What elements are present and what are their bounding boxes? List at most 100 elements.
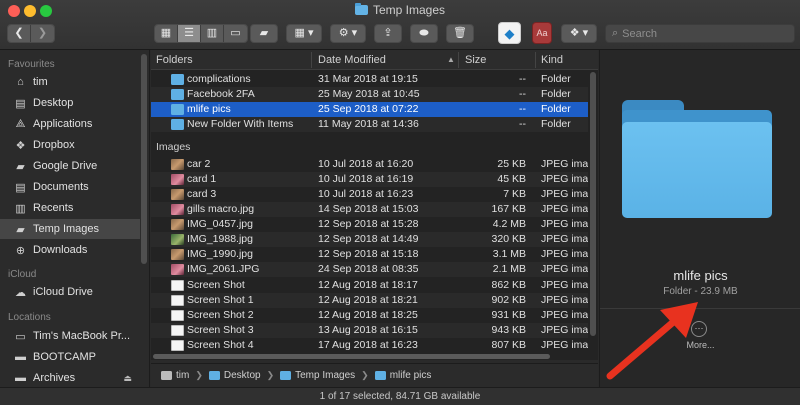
column-divider[interactable] bbox=[311, 52, 312, 68]
sidebar-item-dropbox[interactable]: ❖ Dropbox bbox=[0, 135, 140, 155]
view-mode-control: ▦ ☰ ▥ ▭ bbox=[154, 24, 248, 43]
list-item[interactable]: IMG_1990.jpg 12 Sep 2018 at 15:18 3.1 MB… bbox=[151, 247, 588, 262]
list-horizontal-scrollbar[interactable] bbox=[153, 354, 550, 359]
item-name: complications bbox=[187, 73, 251, 85]
dictionary-app-button[interactable]: Aa bbox=[532, 22, 552, 44]
sidebar-item-bootcamp[interactable]: ▬ BOOTCAMP bbox=[0, 347, 140, 367]
item-name: Screen Shot 3 bbox=[187, 324, 254, 336]
list-item[interactable]: card 3 10 Jul 2018 at 16:23 7 KB JPEG im… bbox=[151, 187, 588, 202]
path-item-mlife-pics[interactable]: mlife pics bbox=[374, 370, 431, 381]
sidebar-item-icloud-drive[interactable]: ☁ iCloud Drive bbox=[0, 282, 140, 302]
item-date: 25 May 2018 at 10:45 bbox=[318, 88, 420, 100]
sidebar-heading-locations: Locations bbox=[8, 312, 51, 323]
delete-button[interactable]: 🗑 bbox=[446, 24, 474, 43]
list-item[interactable]: Screen Shot 1 12 Aug 2018 at 18:21 902 K… bbox=[151, 293, 588, 308]
item-kind: JPEG image bbox=[541, 294, 588, 306]
path-item-tim[interactable]: tim bbox=[161, 370, 189, 381]
path-item-label: Desktop bbox=[223, 370, 261, 381]
column-divider[interactable] bbox=[458, 52, 459, 68]
column-header-size[interactable]: Size bbox=[465, 54, 486, 66]
list-item[interactable]: card 1 10 Jul 2018 at 16:19 45 KB JPEG i… bbox=[151, 172, 588, 187]
sidebar-item-label: Applications bbox=[33, 118, 93, 130]
status-bar: 1 of 17 selected, 84.71 GB available bbox=[0, 387, 800, 405]
item-size: 167 KB bbox=[491, 203, 526, 215]
list-item[interactable]: New Folder With Items 11 May 2018 at 14:… bbox=[151, 117, 588, 132]
sidebar-scrollbar[interactable] bbox=[141, 54, 147, 264]
preview-title: mlife pics bbox=[673, 268, 728, 283]
gallery-view-button[interactable]: ▭ bbox=[224, 25, 247, 42]
path-item-desktop[interactable]: Desktop bbox=[208, 370, 261, 381]
folder-icon bbox=[354, 3, 368, 15]
sidebar-item-archives[interactable]: ▬ Archives ⏏ bbox=[0, 368, 140, 388]
sidebar-item-documents[interactable]: ▤ Documents bbox=[0, 177, 140, 197]
item-date: 10 Jul 2018 at 16:19 bbox=[318, 173, 414, 185]
sidebar-item-temp-images[interactable]: ▰ Temp Images bbox=[0, 219, 140, 239]
list-view-button[interactable]: ☰ bbox=[178, 25, 201, 42]
share-button[interactable]: ⇪ bbox=[374, 24, 402, 43]
sidebar-item-google-drive[interactable]: ▰ Google Drive bbox=[0, 156, 140, 176]
folder-icon bbox=[280, 371, 292, 380]
sidebar-item-downloads[interactable]: ⊕ Downloads bbox=[0, 240, 140, 260]
item-kind: JPEG image bbox=[541, 218, 588, 230]
column-header-name[interactable]: Folders bbox=[156, 54, 193, 66]
layers-app-icon: ◆ bbox=[504, 25, 515, 41]
item-kind: JPEG image bbox=[541, 324, 588, 336]
search-input[interactable] bbox=[622, 27, 783, 40]
folder-icon bbox=[171, 119, 184, 130]
icon-view-button[interactable]: ▦ bbox=[155, 25, 178, 42]
sidebar-item-desktop[interactable]: ▤ Desktop bbox=[0, 93, 140, 113]
sidebar-item-tim[interactable]: ⌂ tim bbox=[0, 72, 140, 92]
list-item[interactable]: IMG_1988.jpg 12 Sep 2018 at 14:49 320 KB… bbox=[151, 232, 588, 247]
eject-icon[interactable]: ⏏ bbox=[123, 373, 132, 384]
home-icon: ⌂ bbox=[17, 76, 24, 88]
column-view-button[interactable]: ▥ bbox=[201, 25, 224, 42]
sidebar-item-recents[interactable]: ▥ Recents bbox=[0, 198, 140, 218]
edit-tags-button[interactable]: ⬬ bbox=[410, 24, 438, 43]
folder-icon bbox=[171, 104, 184, 115]
list-item[interactable]: Screen Shot 12 Aug 2018 at 18:17 862 KB … bbox=[151, 278, 588, 293]
list-item[interactable]: Facebook 2FA 25 May 2018 at 10:45 -- Fol… bbox=[151, 87, 588, 102]
item-name: Screen Shot bbox=[187, 279, 245, 291]
list-item[interactable]: IMG_2061.JPG 24 Sep 2018 at 08:35 2.1 MB… bbox=[151, 262, 588, 277]
applications-icon: ⟁ bbox=[15, 117, 26, 130]
item-date: 12 Sep 2018 at 15:18 bbox=[318, 248, 419, 260]
dictionary-app-icon: Aa bbox=[536, 27, 548, 38]
trash-icon: 🗑 bbox=[453, 27, 467, 39]
item-date: 13 Aug 2018 at 16:15 bbox=[318, 324, 418, 336]
group-by-button[interactable]: ▦ ▾ bbox=[286, 24, 322, 43]
list-item[interactable]: gills macro.jpg 14 Sep 2018 at 15:03 167… bbox=[151, 202, 588, 217]
columns-icon: ▥ bbox=[206, 27, 218, 39]
back-button[interactable]: ❮ bbox=[8, 25, 31, 42]
column-divider[interactable] bbox=[535, 52, 536, 68]
item-name: card 3 bbox=[187, 188, 217, 200]
list-item[interactable]: Screen Shot 3 13 Aug 2018 at 16:15 943 K… bbox=[151, 323, 588, 338]
list-vertical-scrollbar[interactable] bbox=[590, 72, 596, 336]
item-size: -- bbox=[519, 73, 526, 85]
list-item[interactable]: complications 31 Mar 2018 at 19:15 -- Fo… bbox=[151, 72, 588, 87]
item-kind: JPEG image bbox=[541, 158, 588, 170]
column-header-date[interactable]: Date Modified bbox=[318, 54, 386, 66]
screenshot-thumbnail-icon bbox=[171, 295, 184, 306]
list-item[interactable]: car 2 10 Jul 2018 at 16:20 25 KB JPEG im… bbox=[151, 157, 588, 172]
list-item[interactable]: Screen Shot 2 12 Aug 2018 at 18:25 931 K… bbox=[151, 308, 588, 323]
forward-button[interactable]: ❯ bbox=[31, 25, 54, 42]
sidebar-item-applications[interactable]: ⟁ Applications bbox=[0, 114, 140, 134]
list-item-selected[interactable]: mlife pics 25 Sep 2018 at 07:22 -- Folde… bbox=[151, 102, 588, 117]
screenshot-thumbnail-icon bbox=[171, 310, 184, 321]
documents-icon: ▤ bbox=[15, 181, 26, 194]
list-item[interactable]: Screen Shot 4 17 Aug 2018 at 16:23 807 K… bbox=[151, 338, 588, 353]
new-folder-button[interactable]: ▰ bbox=[250, 24, 278, 43]
sidebar-item-label: Google Drive bbox=[33, 160, 98, 172]
list-item[interactable]: IMG_0457.jpg 12 Sep 2018 at 15:28 4.2 MB… bbox=[151, 217, 588, 232]
list-icon: ☰ bbox=[184, 27, 194, 39]
dropbox-menu-button[interactable]: ❖ ▾ bbox=[561, 24, 597, 43]
item-kind: Folder bbox=[541, 88, 571, 100]
image-thumbnail-icon bbox=[171, 204, 184, 215]
path-item-temp-images[interactable]: Temp Images bbox=[280, 370, 355, 381]
search-field[interactable]: ⌕ bbox=[605, 24, 795, 43]
sidebar-item-macbook[interactable]: ▭ Tim's MacBook Pr... bbox=[0, 326, 140, 346]
app-shortcut-button[interactable]: ◆ bbox=[498, 22, 521, 44]
column-header-kind[interactable]: Kind bbox=[541, 54, 563, 66]
window-title: Temp Images bbox=[0, 3, 800, 17]
action-button[interactable]: ⚙ ▾ bbox=[330, 24, 366, 43]
